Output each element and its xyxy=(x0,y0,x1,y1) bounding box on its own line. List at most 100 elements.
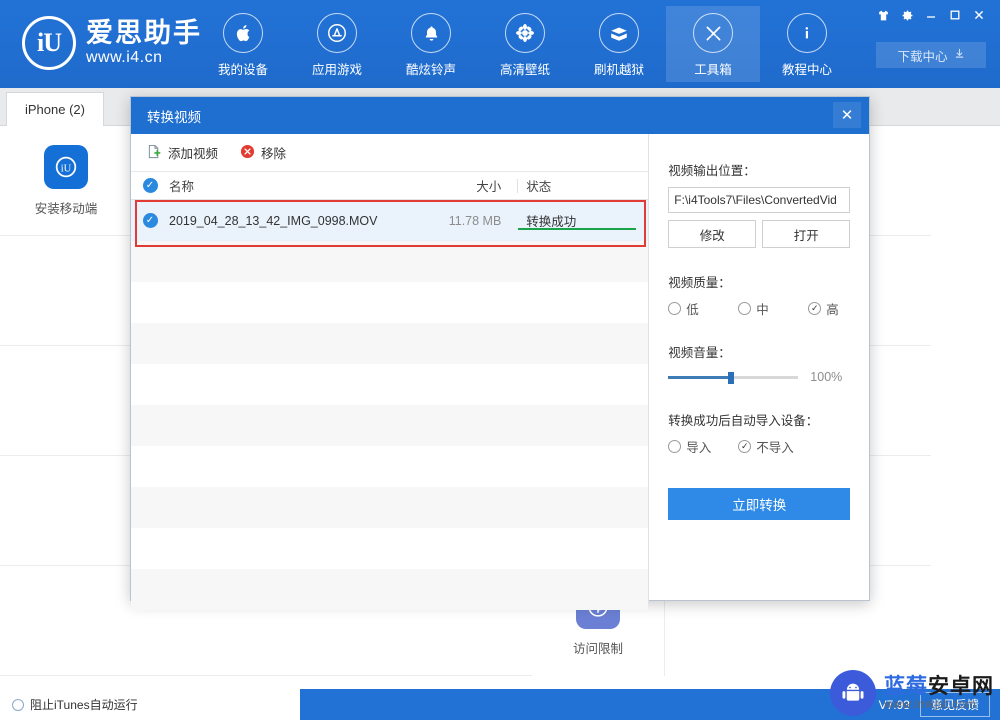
flower-icon xyxy=(505,13,545,53)
video-quality-label: 视频质量： xyxy=(668,276,731,290)
nav-item-tutorials[interactable]: 教程中心 xyxy=(760,6,854,82)
column-header-name[interactable]: 名称 xyxy=(169,176,421,195)
window-controls xyxy=(872,4,990,26)
file-list-toolbar: 添加视频 移除 xyxy=(131,134,649,172)
convert-video-dialog: 转换视频 ✕ 添加视频 移除 ✓ 名称 大小 状态 ✓ 2019_04_28_1… xyxy=(130,96,870,610)
table-row[interactable]: ✓ 2019_04_28_13_42_IMG_0998.MOV 11.78 MB… xyxy=(131,200,649,241)
tool-label: 安装移动端 xyxy=(34,201,98,216)
quality-option-medium[interactable]: 中 xyxy=(738,299,808,318)
modify-path-button[interactable]: 修改 xyxy=(668,220,757,248)
remove-icon xyxy=(240,144,255,162)
quality-label: 中 xyxy=(756,303,769,317)
watermark: 蓝莓安卓网 www.lmkjst.com xyxy=(830,670,994,716)
table-row-empty xyxy=(131,323,649,364)
video-volume-label: 视频音量： xyxy=(668,346,731,360)
app-logo: iU 爱思助手 www.i4.cn xyxy=(22,16,202,70)
close-icon[interactable] xyxy=(968,4,990,26)
radio-checked-icon: ✓ xyxy=(738,440,752,453)
download-icon xyxy=(954,48,965,62)
nav-item-ringtones[interactable]: 酷炫铃声 xyxy=(384,6,478,82)
nav-label: 高清壁纸 xyxy=(499,63,550,77)
settings-pane: 视频输出位置： F:\i4Tools7\Files\ConvertedVid 修… xyxy=(649,134,869,602)
auto-import-option-yes[interactable]: 导入 xyxy=(668,437,738,456)
dialog-title-bar: 转换视频 ✕ xyxy=(131,97,869,134)
select-all-checkbox[interactable]: ✓ xyxy=(131,178,169,193)
logo-text: 爱思助手 www.i4.cn xyxy=(86,19,202,66)
logo-url: www.i4.cn xyxy=(86,48,163,66)
add-video-icon xyxy=(147,144,162,162)
gear-icon[interactable] xyxy=(896,4,918,26)
radio-icon xyxy=(12,698,24,711)
table-row-empty xyxy=(131,446,648,487)
quality-label: 高 xyxy=(826,303,839,317)
tab-iphone[interactable]: iPhone (2) xyxy=(6,92,104,126)
table-row-empty xyxy=(131,241,649,282)
quality-option-low[interactable]: 低 xyxy=(668,299,738,318)
column-header-state[interactable]: 状态 xyxy=(518,176,648,195)
tool-cell-empty-x xyxy=(0,566,133,676)
row-file-name: 2019_04_28_13_42_IMG_0998.MOV xyxy=(169,213,378,228)
tool-install-mobile[interactable]: iU 安装移动端 xyxy=(0,126,133,236)
table-row-empty xyxy=(131,282,648,323)
tool-cell-empty-s xyxy=(0,456,133,566)
table-row-empty xyxy=(131,364,648,405)
check-icon: ✓ xyxy=(142,213,158,228)
auto-import-option-no[interactable]: ✓ 不导入 xyxy=(738,437,794,456)
block-itunes-label: 阻止iTunes自动运行 xyxy=(30,698,138,712)
nav-item-flash-jailbreak[interactable]: 刷机越狱 xyxy=(572,6,666,82)
remove-button[interactable]: 移除 xyxy=(240,143,286,162)
slider-track[interactable] xyxy=(668,371,799,384)
nav-item-apps-games[interactable]: 应用游戏 xyxy=(290,6,384,82)
main-nav: 我的设备 应用游戏 酷炫铃声 高清壁纸 刷机越狱 工具箱 教程中心 xyxy=(196,6,854,82)
block-itunes-toggle[interactable]: 阻止iTunes自动运行 xyxy=(0,689,300,720)
skin-icon[interactable] xyxy=(872,4,894,26)
minimize-icon[interactable] xyxy=(920,4,942,26)
volume-slider[interactable]: 100% xyxy=(668,370,869,384)
tool-cell-empty-m xyxy=(0,346,133,456)
auto-import-option-label: 不导入 xyxy=(756,441,794,455)
nav-label: 教程中心 xyxy=(781,63,832,77)
radio-icon xyxy=(738,302,752,315)
watermark-text: 蓝莓安卓网 www.lmkjst.com xyxy=(884,674,994,711)
nav-item-wallpapers[interactable]: 高清壁纸 xyxy=(478,6,572,82)
auto-import-option-label: 导入 xyxy=(686,441,712,455)
dialog-body: 添加视频 移除 ✓ 名称 大小 状态 ✓ 2019_04_28_13_42_IM… xyxy=(131,134,869,610)
row-file-size: 11.78 MB xyxy=(448,213,502,228)
slider-handle[interactable] xyxy=(728,371,735,384)
file-rows: ✓ 2019_04_28_13_42_IMG_0998.MOV 11.78 MB… xyxy=(131,200,649,610)
nav-label: 我的设备 xyxy=(217,63,268,77)
path-buttons: 修改 打开 xyxy=(668,220,869,248)
add-video-button[interactable]: 添加视频 xyxy=(147,143,218,162)
svg-text:iU: iU xyxy=(61,163,72,174)
convert-now-button[interactable]: 立即转换 xyxy=(668,488,851,520)
slider-fill xyxy=(668,375,731,379)
open-path-button[interactable]: 打开 xyxy=(762,220,851,248)
maximize-icon[interactable] xyxy=(944,4,966,26)
file-table-header: ✓ 名称 大小 状态 xyxy=(131,172,649,200)
logo-name: 爱思助手 xyxy=(86,18,202,49)
nav-item-toolbox[interactable]: 工具箱 xyxy=(666,6,760,82)
quality-option-high[interactable]: ✓ 高 xyxy=(808,299,839,318)
nav-label: 刷机越狱 xyxy=(593,63,644,77)
android-robot-icon xyxy=(830,670,876,716)
row-progress-bar xyxy=(518,228,637,230)
nav-item-my-device[interactable]: 我的设备 xyxy=(196,6,290,82)
box-open-icon xyxy=(599,13,639,53)
tools-icon xyxy=(693,13,733,53)
watermark-url: www.lmkjst.com xyxy=(884,696,977,711)
output-path-input[interactable]: F:\i4Tools7\Files\ConvertedVid xyxy=(668,187,851,213)
column-header-size[interactable]: 大小 xyxy=(421,176,517,195)
watermark-name-part2: 安卓网 xyxy=(928,674,994,698)
download-center-label: 下载中心 xyxy=(897,49,948,64)
table-row-empty xyxy=(131,528,648,569)
auto-import-label: 转换成功后自动导入设备： xyxy=(668,414,819,428)
bell-icon xyxy=(411,13,451,53)
row-checkbox[interactable]: ✓ xyxy=(131,213,169,228)
dialog-close-icon[interactable]: ✕ xyxy=(833,102,861,128)
file-list-pane: 添加视频 移除 ✓ 名称 大小 状态 ✓ 2019_04_28_13_42_IM… xyxy=(131,134,650,610)
add-video-label: 添加视频 xyxy=(168,147,219,161)
download-center-button[interactable]: 下载中心 xyxy=(876,42,986,68)
nav-label: 酷炫铃声 xyxy=(405,63,456,77)
nav-label: 应用游戏 xyxy=(311,63,362,77)
video-quality-group: 低 中 ✓ 高 xyxy=(668,299,869,318)
